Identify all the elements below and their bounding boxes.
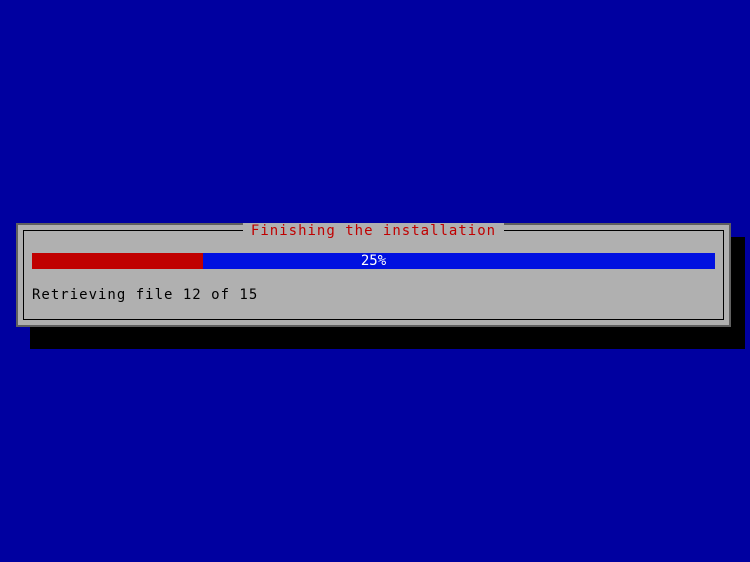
dialog-border: Finishing the installation 25% Retrievin…	[23, 230, 724, 320]
progress-percentage: 25%	[24, 253, 723, 269]
dialog-title: Finishing the installation	[243, 223, 504, 239]
installation-dialog: Finishing the installation 25% Retrievin…	[16, 223, 731, 327]
status-text: Retrieving file 12 of 15	[32, 287, 258, 303]
dialog-title-wrapper: Finishing the installation	[24, 223, 723, 239]
